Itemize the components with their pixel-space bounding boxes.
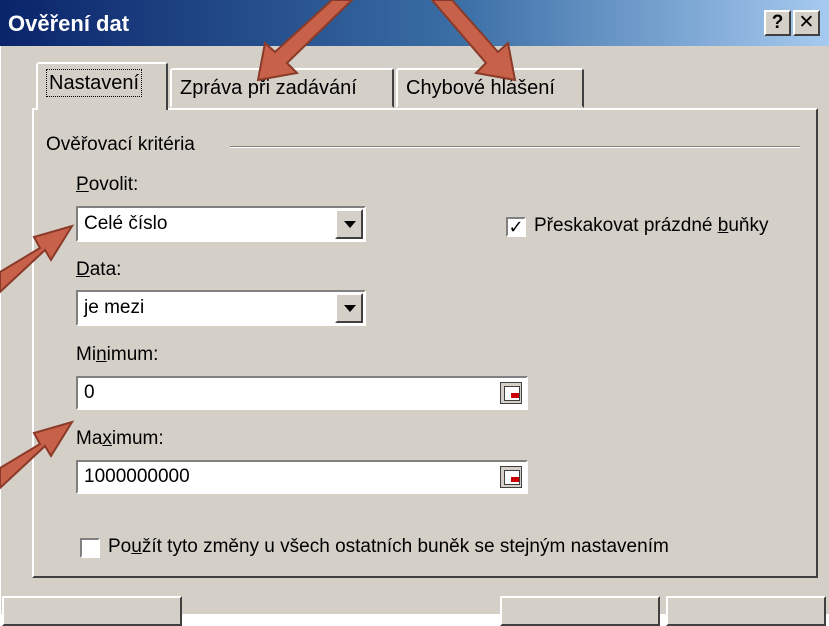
window-title: Ověření dat xyxy=(8,11,130,36)
range-select-icon[interactable] xyxy=(500,466,522,488)
tab-zprava-pri-zadavani[interactable]: Zpráva při zadávání xyxy=(170,68,394,108)
clear-all-button[interactable] xyxy=(2,596,182,626)
range-select-icon[interactable] xyxy=(500,382,522,404)
tab-label: Zpráva při zadávání xyxy=(180,77,357,99)
tab-chybove-hlaseni[interactable]: Chybové hlášení xyxy=(396,68,584,108)
skip-blank-label[interactable]: Přeskakovat prázdné buňky xyxy=(534,215,768,237)
close-button[interactable]: ✕ xyxy=(793,10,820,36)
tab-label: Chybové hlášení xyxy=(406,77,555,99)
tab-label: Nastavení xyxy=(46,69,143,97)
minimum-value: 0 xyxy=(84,382,95,403)
tab-nastaveni[interactable]: Nastavení xyxy=(36,62,168,110)
chevron-down-icon[interactable] xyxy=(335,293,363,323)
maximum-value: 1000000000 xyxy=(84,466,190,487)
group-label: Ověřovací kritéria xyxy=(46,134,203,156)
data-select[interactable]: je mezi xyxy=(76,290,366,326)
close-icon: ✕ xyxy=(798,12,815,33)
maximum-input[interactable]: 1000000000 xyxy=(76,460,528,494)
data-label: Data: xyxy=(76,259,122,280)
minimum-input[interactable]: 0 xyxy=(76,376,528,410)
check-icon: ✓ xyxy=(508,217,524,237)
data-value: je mezi xyxy=(84,297,145,318)
povolit-label: Povolit: xyxy=(76,174,139,195)
maximum-label: Maximum: xyxy=(76,428,164,449)
help-button[interactable]: ? xyxy=(764,10,791,36)
skip-blank-checkbox[interactable]: ✓ xyxy=(506,217,526,237)
ok-button[interactable] xyxy=(500,596,660,626)
chevron-down-icon[interactable] xyxy=(335,209,363,239)
minimum-label: Minimum: xyxy=(76,344,159,365)
povolit-select[interactable]: Celé číslo xyxy=(76,206,366,242)
cancel-button[interactable] xyxy=(666,596,826,626)
apply-all-checkbox[interactable] xyxy=(80,538,100,558)
group-divider xyxy=(230,146,800,148)
settings-panel xyxy=(32,108,818,578)
dialog-left-frame xyxy=(0,46,4,614)
povolit-value: Celé číslo xyxy=(84,213,168,234)
apply-all-label[interactable]: Použít tyto změny u všech ostatních buně… xyxy=(108,536,669,558)
title-bar[interactable]: Ověření dat ? ✕ xyxy=(0,0,829,46)
